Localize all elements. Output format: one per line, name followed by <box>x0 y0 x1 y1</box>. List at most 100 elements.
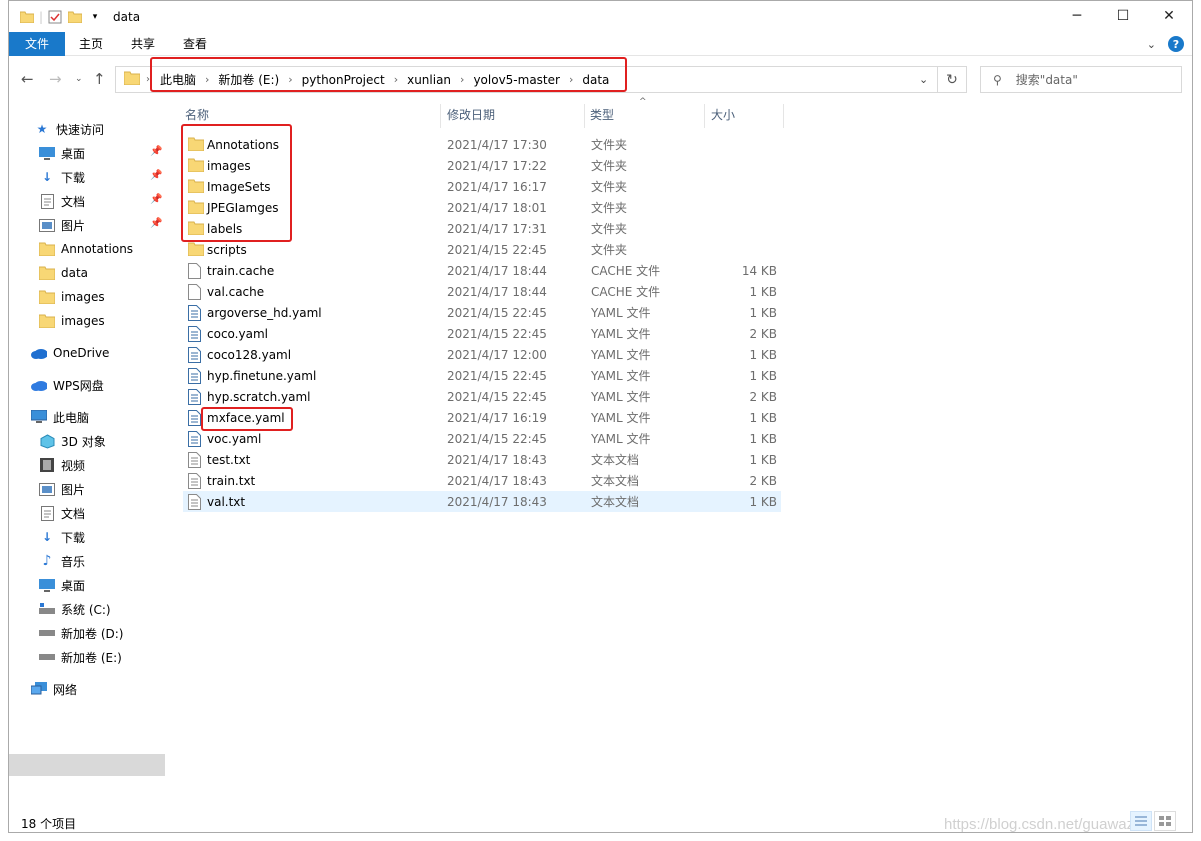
tab-file[interactable]: 文件 <box>9 31 65 56</box>
help-icon[interactable]: ? <box>1168 36 1184 52</box>
file-row[interactable]: coco.yaml 2021/4/15 22:45 YAML 文件 2 KB <box>183 323 781 344</box>
file-row[interactable]: test.txt 2021/4/17 18:43 文本文档 1 KB <box>183 449 781 470</box>
column-header-date[interactable]: 修改日期 <box>447 101 495 128</box>
minimize-button[interactable]: ─ <box>1054 1 1100 31</box>
drive-icon <box>39 625 55 641</box>
forward-icon[interactable]: → <box>49 70 62 88</box>
file-name: test.txt <box>207 452 251 467</box>
file-type: YAML 文件 <box>591 411 651 425</box>
nav-item-desktop[interactable]: 桌面 <box>39 142 85 164</box>
file-row[interactable]: voc.yaml 2021/4/15 22:45 YAML 文件 1 KB <box>183 428 781 449</box>
tab-view[interactable]: 查看 <box>169 32 221 56</box>
nav-item-music[interactable]: ♪ 音乐 <box>39 550 85 572</box>
column-divider[interactable] <box>440 104 441 128</box>
maximize-button[interactable]: ☐ <box>1100 1 1146 31</box>
search-icon: ⚲ <box>993 72 1002 87</box>
nav-item-drive-c[interactable]: 系统 (C:) <box>39 598 111 620</box>
nav-item-drive-e[interactable]: 新加卷 (E:) <box>39 646 122 668</box>
file-row[interactable]: hyp.scratch.yaml 2021/4/15 22:45 YAML 文件 2 … <box>183 386 781 407</box>
network-icon <box>31 681 47 697</box>
pin-icon[interactable]: 📌 <box>150 170 162 181</box>
nav-item-recent-images-2[interactable]: images <box>39 310 105 332</box>
nav-this-pc[interactable]: 此电脑 <box>31 406 89 428</box>
tab-home[interactable]: 主页 <box>65 32 117 56</box>
column-header-type[interactable]: 类型 <box>590 101 614 128</box>
file-name: train.cache <box>207 263 275 278</box>
file-row[interactable]: val.cache 2021/4/17 18:44 CACHE 文件 1 KB <box>183 281 781 302</box>
file-date: 2021/4/15 22:45 <box>447 326 547 341</box>
file-row[interactable]: coco128.yaml 2021/4/17 12:00 YAML 文件 1 KB <box>183 344 781 365</box>
nav-item-3d-objects[interactable]: 3D 对象 <box>39 430 106 452</box>
view-buttons <box>1130 811 1176 831</box>
back-icon[interactable]: ← <box>21 70 34 88</box>
nav-item-drive-d[interactable]: 新加卷 (D:) <box>39 622 123 644</box>
file-type: CACHE 文件 <box>591 264 661 278</box>
address-dropdown-icon[interactable]: ⌄ <box>919 73 928 86</box>
nav-wps-drive[interactable]: WPS网盘 <box>31 374 104 396</box>
file-date: 2021/4/15 22:45 <box>447 242 547 257</box>
large-icons-view-icon[interactable] <box>1154 811 1176 831</box>
recent-locations-icon[interactable]: ⌄ <box>75 74 83 84</box>
nav-onedrive[interactable]: OneDrive <box>31 342 109 364</box>
folder-icon <box>187 242 205 258</box>
file-date: 2021/4/17 16:17 <box>447 179 547 194</box>
nav-item-desktop-pc[interactable]: 桌面 <box>39 574 85 596</box>
file-type: 文件夹 <box>591 159 628 173</box>
nav-item-videos[interactable]: 视频 <box>39 454 85 476</box>
file-type: 文件夹 <box>591 243 628 257</box>
nav-label: OneDrive <box>53 346 110 360</box>
nav-quick-access[interactable]: ★ 快速访问 <box>34 118 104 140</box>
pin-icon[interactable]: 📌 <box>150 218 162 229</box>
refresh-button[interactable]: ↻ <box>937 66 967 93</box>
customize-toolbar-icon[interactable]: ▾ <box>87 9 103 25</box>
file-type: 文件夹 <box>591 180 628 194</box>
pin-icon[interactable]: 📌 <box>150 194 162 205</box>
file-row[interactable]: hyp.finetune.yaml 2021/4/15 22:45 YAML 文件 1… <box>183 365 781 386</box>
column-divider[interactable] <box>584 104 585 128</box>
folders-highlight-box <box>181 124 292 242</box>
text-file-icon <box>188 494 204 510</box>
nav-label: 音乐 <box>61 554 86 569</box>
file-row[interactable]: argoverse_hd.yaml 2021/4/15 22:45 YAML 文件 1… <box>183 302 781 323</box>
nav-item-downloads-pc[interactable]: ↓ 下载 <box>39 526 85 548</box>
folder-icon[interactable] <box>19 9 35 25</box>
download-icon: ↓ <box>41 170 53 184</box>
window-title: data <box>113 9 141 24</box>
file-date: 2021/4/15 22:45 <box>447 368 547 383</box>
nav-item-pictures-pc[interactable]: 图片 <box>39 478 85 500</box>
column-divider[interactable] <box>783 104 784 128</box>
nav-label: 图片 <box>61 218 86 233</box>
file-row[interactable]: train.cache 2021/4/17 18:44 CACHE 文件 14 KB <box>183 260 781 281</box>
file-size: 14 KB <box>741 263 777 278</box>
nav-item-downloads[interactable]: ↓ 下载 <box>39 166 85 188</box>
nav-item-recent-data[interactable]: data <box>39 262 88 284</box>
nav-item-documents-pc[interactable]: 文档 <box>39 502 85 524</box>
file-type: 文件夹 <box>591 201 628 215</box>
nav-network[interactable]: 网络 <box>31 678 77 700</box>
search-placeholder: 搜索"data" <box>1015 73 1078 87</box>
file-row[interactable]: scripts 2021/4/15 22:45 文件夹 <box>183 239 781 260</box>
close-button[interactable]: ✕ <box>1146 1 1192 31</box>
nav-item-recent-annotations[interactable]: Annotations <box>39 238 133 260</box>
nav-item-documents[interactable]: 文档 <box>39 190 85 212</box>
document-icon <box>39 193 55 209</box>
search-input[interactable]: ⚲ 搜索"data" <box>980 66 1182 93</box>
new-folder-icon[interactable] <box>67 9 83 25</box>
expand-ribbon-icon[interactable]: ⌄ <box>1147 38 1156 51</box>
nav-item-recent-images[interactable]: images <box>39 286 105 308</box>
file-size: 1 KB <box>749 452 777 467</box>
nav-label: 3D 对象 <box>61 434 106 449</box>
pin-icon[interactable]: 📌 <box>150 146 162 157</box>
file-row[interactable]: val.txt 2021/4/17 18:43 文本文档 1 KB <box>183 491 781 512</box>
nav-label: 系统 (C:) <box>61 602 111 617</box>
properties-icon[interactable] <box>47 9 63 25</box>
up-icon[interactable]: ↑ <box>93 70 106 88</box>
column-divider[interactable] <box>704 104 705 128</box>
nav-item-pictures[interactable]: 图片 <box>39 214 85 236</box>
tab-share[interactable]: 共享 <box>117 32 169 56</box>
column-header-size[interactable]: 大小 <box>711 101 735 128</box>
file-row[interactable]: train.txt 2021/4/17 18:43 文本文档 2 KB <box>183 470 781 491</box>
details-view-icon[interactable] <box>1130 811 1152 831</box>
address-highlight-box <box>150 57 627 92</box>
ribbon-tabs: 文件 主页 共享 查看 ⌄ ? <box>9 31 1192 56</box>
